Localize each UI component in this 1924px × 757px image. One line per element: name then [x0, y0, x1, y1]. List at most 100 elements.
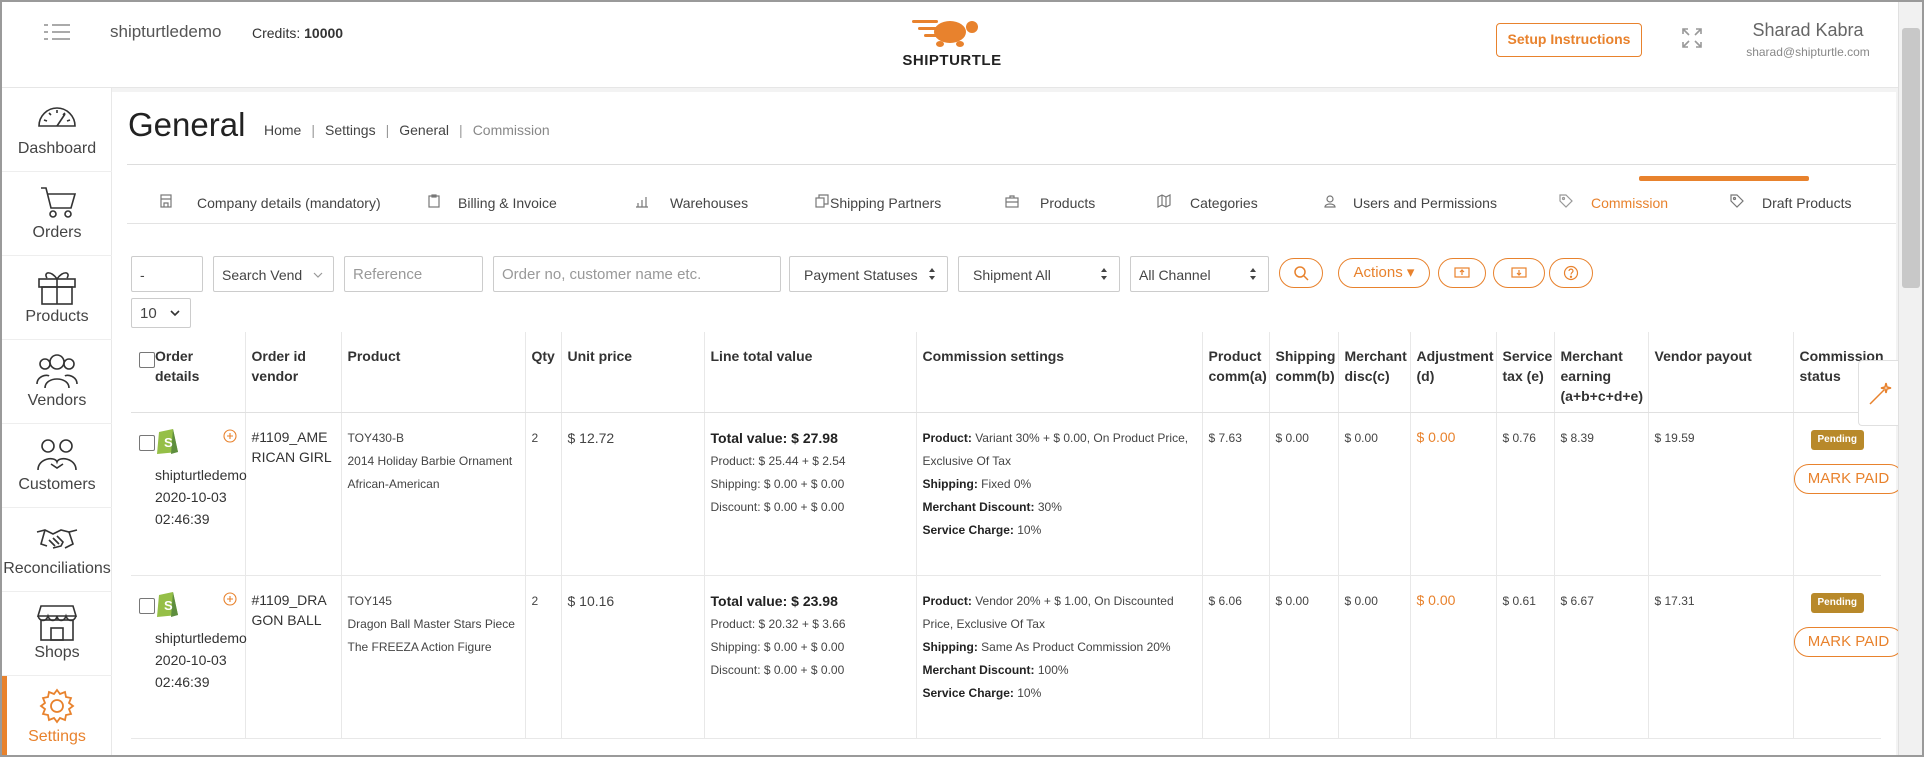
order-id-link[interactable]: #1109_DRAGON BALL [245, 575, 342, 739]
merchant-disc-cell: $ 0.00 [1338, 412, 1411, 576]
per-page-select[interactable]: 10 [131, 298, 191, 328]
mark-paid-button[interactable]: MARK PAID [1793, 464, 1904, 494]
order-id-link[interactable]: #1109_AMERICAN GIRL [245, 412, 342, 576]
col-vendor-payout: Vendor payout [1648, 332, 1794, 413]
col-line-total: Line total value [704, 332, 917, 413]
shop-name-cell: shipturtledemo [155, 630, 247, 646]
sidebar-item-label: Dashboard [17, 140, 97, 157]
download-button[interactable] [1493, 258, 1545, 288]
select-all-checkbox[interactable] [139, 352, 155, 368]
filter-bar: - Search Vend Reference Order no, custom… [112, 256, 1896, 330]
col-product-comm: Product comm(a) [1202, 332, 1270, 413]
product-name: Dragon Ball Master Stars Piece The FREEZ… [347, 617, 515, 654]
col-adjustment: Adjustment (d) [1410, 332, 1497, 413]
shop-name: shipturtledemo [110, 22, 222, 41]
product-line: Product: $ 20.32 + $ 3.66 [710, 617, 846, 631]
sidebar-item-label: Shops [34, 644, 80, 661]
tab-users-permissions[interactable]: Users and Permissions [1323, 178, 1523, 224]
vertical-scrollbar[interactable] [1898, 2, 1922, 755]
line-total-cell: Total value: $ 27.98 Product: $ 25.44 + … [704, 412, 917, 576]
actions-dropdown[interactable]: Actions ▾ [1338, 258, 1430, 288]
settings-tabs: Company details (mandatory) Billing & In… [127, 178, 1896, 224]
tab-products[interactable]: Products [1005, 178, 1125, 224]
user-email: sharad@shipturtle.com [1746, 45, 1870, 59]
adjustment-cell[interactable]: $ 0.00 [1410, 412, 1497, 576]
shipment-value: Shipment All [973, 267, 1051, 283]
breadcrumb-home[interactable]: Home [264, 122, 301, 138]
fullscreen-icon[interactable] [1681, 27, 1703, 49]
date-range-value: - [140, 267, 145, 283]
row-checkbox[interactable] [139, 598, 155, 614]
shopify-icon: S [157, 592, 178, 617]
product-comm-cell: $ 7.63 [1202, 412, 1270, 576]
tab-warehouses[interactable]: Warehouses [635, 178, 775, 224]
order-date: 2020-10-03 [155, 652, 227, 668]
help-icon [1563, 265, 1579, 281]
sidebar-item-reconciliations[interactable]: Reconciliations [2, 508, 112, 592]
vendor-select-value: Search Vend [222, 267, 303, 283]
reference-input[interactable]: Reference [344, 256, 483, 292]
col-commission-settings: Commission settings [916, 332, 1203, 413]
scrollbar-thumb[interactable] [1902, 28, 1920, 288]
order-details-cell: S shipturtledemo 2020-10-03 02:46:39 [131, 575, 247, 739]
sidebar-item-shops[interactable]: Shops [2, 592, 112, 676]
sidebar-item-customers[interactable]: Customers [2, 424, 112, 508]
tab-commission[interactable]: Commission [1559, 178, 1699, 224]
col-merchant-earning: Merchant earning (a+b+c+d+e) [1554, 332, 1649, 413]
tab-shipping-partners[interactable]: Shipping Partners [815, 178, 975, 224]
tab-billing-invoice[interactable]: Billing & Invoice [427, 178, 607, 224]
cs-merchant: 30% [1037, 500, 1062, 514]
adjustment-cell[interactable]: $ 0.00 [1410, 575, 1497, 739]
cs-label: Product: [922, 594, 972, 608]
gift-icon [38, 272, 76, 305]
search-button[interactable] [1279, 258, 1323, 288]
sidebar-item-dashboard[interactable]: Dashboard [2, 88, 112, 172]
cs-service: 10% [1017, 523, 1042, 537]
mark-paid-button[interactable]: MARK PAID [1793, 627, 1904, 657]
tab-categories[interactable]: Categories [1157, 178, 1297, 224]
upload-button[interactable] [1438, 258, 1486, 288]
order-time: 02:46:39 [155, 674, 210, 690]
tab-label: Products [1040, 195, 1096, 211]
breadcrumb-settings[interactable]: Settings [325, 122, 376, 138]
tab-label: Company details (mandatory) [197, 195, 381, 211]
cs-label: Shipping: [922, 477, 978, 491]
sidebar-item-label: Orders [32, 224, 82, 241]
tab-draft-products[interactable]: Draft Products [1730, 178, 1880, 224]
date-range-input[interactable]: - [131, 256, 203, 292]
menu-toggle-icon[interactable] [44, 22, 72, 42]
shop-name-cell: shipturtledemo [155, 467, 247, 483]
row-checkbox[interactable] [139, 435, 155, 451]
sidebar-item-label: Products [25, 308, 89, 325]
tab-company-details[interactable]: Company details (mandatory) [127, 178, 417, 224]
shipturtle-logo[interactable]: SHIPTURTLE [894, 16, 1010, 72]
sidebar-item-settings[interactable]: Settings [2, 676, 112, 755]
user-name[interactable]: Sharad Kabra [1742, 20, 1874, 41]
tab-label: Shipping Partners [830, 195, 942, 211]
setup-instructions-button[interactable]: Setup Instructions [1496, 23, 1642, 57]
search-placeholder: Order no, customer name etc. [502, 266, 702, 283]
channel-select[interactable]: All Channel [1130, 256, 1269, 292]
payment-status-select[interactable]: Payment Statuses [789, 256, 948, 292]
sidebar-item-orders[interactable]: Orders [2, 172, 112, 256]
shipment-select[interactable]: Shipment All [958, 256, 1120, 292]
status-cell: Pending MARK PAID [1793, 412, 1904, 576]
cs-shipping: Fixed 0% [981, 477, 1032, 491]
commission-table: Order details Order id vendor Product Qt… [131, 332, 1904, 755]
add-circle-icon[interactable] [223, 592, 237, 606]
cart-icon [41, 187, 77, 218]
table-row: S shipturtledemo 2020-10-03 02:46:39 #11… [131, 412, 1904, 576]
credits-value: 10000 [304, 25, 344, 41]
tag-icon [1559, 194, 1573, 208]
sidebar-item-label: Settings [28, 728, 86, 745]
search-input[interactable]: Order no, customer name etc. [493, 256, 781, 292]
breadcrumb-general[interactable]: General [399, 122, 449, 138]
page-title: General [128, 106, 246, 143]
product-sku: TOY430-B [347, 431, 404, 445]
sidebar-item-vendors[interactable]: Vendors [2, 340, 112, 424]
sidebar-item-products[interactable]: Products [2, 256, 112, 340]
add-circle-icon[interactable] [223, 429, 237, 443]
vendor-select[interactable]: Search Vend [213, 256, 334, 292]
theme-customizer-button[interactable] [1858, 360, 1898, 426]
help-button[interactable] [1549, 258, 1593, 288]
